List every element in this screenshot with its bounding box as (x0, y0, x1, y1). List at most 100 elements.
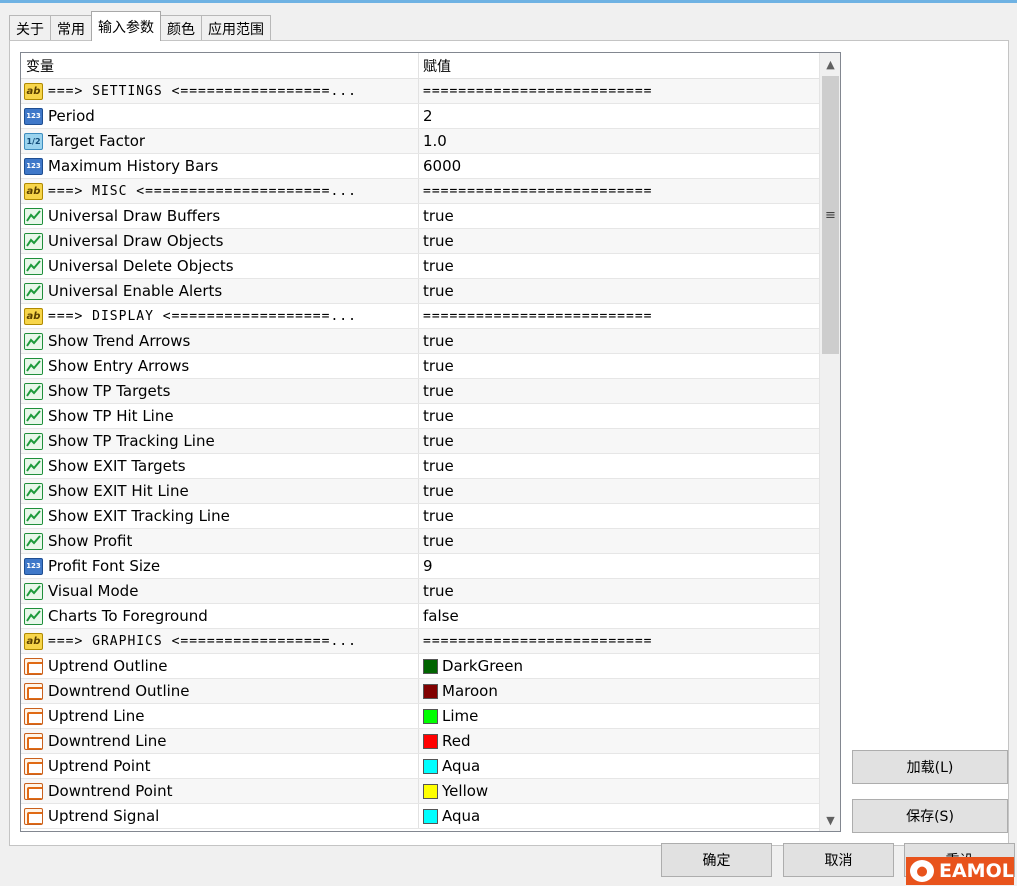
variable-name: Universal Delete Objects (48, 257, 234, 275)
variable-value: true (423, 507, 454, 525)
value-cell[interactable]: Lime (419, 704, 819, 728)
color-type-icon (24, 782, 43, 800)
column-header-variable[interactable]: 变量 (21, 53, 419, 79)
value-cell[interactable]: true (419, 579, 819, 603)
integer-type-icon: 123 (24, 107, 43, 125)
parameter-row[interactable]: Universal Delete Objects true (21, 254, 819, 279)
variable-value: ========================== (423, 633, 653, 649)
section-separator-row[interactable]: ab ===> MISC <=====================... ===… (21, 179, 819, 204)
value-cell[interactable]: ========================== (419, 629, 819, 653)
value-cell[interactable]: DarkGreen (419, 654, 819, 678)
vertical-scrollbar[interactable]: ▲ ≡ ▼ (819, 53, 840, 831)
variable-name: Downtrend Outline (48, 682, 190, 700)
value-cell[interactable]: Maroon (419, 679, 819, 703)
bool-type-icon (24, 407, 43, 425)
parameter-row[interactable]: Show EXIT Tracking Line true (21, 504, 819, 529)
color-swatch (423, 658, 438, 674)
load-button[interactable]: 加载(L) (852, 750, 1008, 784)
parameter-row[interactable]: Downtrend Outline Maroon (21, 679, 819, 704)
value-cell[interactable]: Aqua (419, 754, 819, 778)
value-cell[interactable]: 1.0 (419, 129, 819, 153)
value-cell[interactable]: Red (419, 729, 819, 753)
variable-value: true (423, 332, 454, 350)
value-cell[interactable]: true (419, 254, 819, 278)
parameter-row[interactable]: Downtrend Line Red (21, 729, 819, 754)
value-cell[interactable]: true (419, 229, 819, 253)
parameter-row[interactable]: Universal Enable Alerts true (21, 279, 819, 304)
variable-cell: ab ===> DISPLAY <==================... (21, 304, 419, 328)
variable-value: true (423, 482, 454, 500)
value-cell[interactable]: 9 (419, 554, 819, 578)
column-header-value[interactable]: 赋值 (419, 53, 819, 79)
parameter-row[interactable]: Universal Draw Objects true (21, 229, 819, 254)
variable-value: true (423, 382, 454, 400)
parameter-row[interactable]: Uptrend Point Aqua (21, 754, 819, 779)
parameter-row[interactable]: 123 Period 2 (21, 104, 819, 129)
grid-rows: ab ===> SETTINGS <=================... ===… (21, 79, 819, 829)
value-cell[interactable]: true (419, 204, 819, 228)
value-cell[interactable]: ========================== (419, 79, 819, 103)
variable-cell: 123 Maximum History Bars (21, 154, 419, 178)
bool-type-icon (24, 332, 43, 350)
parameter-row[interactable]: Uptrend Outline DarkGreen (21, 654, 819, 679)
section-separator-row[interactable]: ab ===> SETTINGS <=================... ===… (21, 79, 819, 104)
parameter-row[interactable]: Show EXIT Targets true (21, 454, 819, 479)
parameter-row[interactable]: Uptrend Signal Aqua (21, 804, 819, 829)
value-cell[interactable]: true (419, 429, 819, 453)
parameter-row[interactable]: 1/2 Target Factor 1.0 (21, 129, 819, 154)
value-cell[interactable]: 6000 (419, 154, 819, 178)
tab-common[interactable]: 常用 (50, 15, 92, 41)
value-cell[interactable]: true (419, 504, 819, 528)
value-cell[interactable]: true (419, 329, 819, 353)
variable-value: true (423, 207, 454, 225)
variable-cell: Show TP Targets (21, 379, 419, 403)
string-type-icon: ab (24, 82, 43, 100)
parameter-row[interactable]: Visual Mode true (21, 579, 819, 604)
save-button[interactable]: 保存(S) (852, 799, 1008, 833)
scroll-thumb[interactable]: ≡ (822, 76, 839, 354)
value-cell[interactable]: Aqua (419, 804, 819, 828)
tab-colors[interactable]: 颜色 (160, 15, 202, 41)
value-cell[interactable]: true (419, 279, 819, 303)
tab-inputs[interactable]: 输入参数 (91, 11, 161, 41)
parameter-row[interactable]: 123 Profit Font Size 9 (21, 554, 819, 579)
parameter-row[interactable]: Charts To Foreground false (21, 604, 819, 629)
variable-cell: Universal Draw Objects (21, 229, 419, 253)
value-cell[interactable]: true (419, 354, 819, 378)
value-cell[interactable]: false (419, 604, 819, 628)
value-cell[interactable]: true (419, 379, 819, 403)
ok-button[interactable]: 确定 (661, 843, 772, 877)
section-separator-row[interactable]: ab ===> DISPLAY <==================... ===… (21, 304, 819, 329)
parameter-row[interactable]: Show TP Targets true (21, 379, 819, 404)
bool-type-icon (24, 382, 43, 400)
parameter-row[interactable]: Show Trend Arrows true (21, 329, 819, 354)
parameter-row[interactable]: Show EXIT Hit Line true (21, 479, 819, 504)
value-cell[interactable]: true (419, 454, 819, 478)
parameter-row[interactable]: Downtrend Point Yellow (21, 779, 819, 804)
parameter-row[interactable]: Show Profit true (21, 529, 819, 554)
parameter-row[interactable]: Uptrend Line Lime (21, 704, 819, 729)
tab-scope[interactable]: 应用范围 (201, 15, 271, 41)
cancel-button[interactable]: 取消 (783, 843, 894, 877)
value-cell[interactable]: ========================== (419, 179, 819, 203)
variable-cell: Downtrend Outline (21, 679, 419, 703)
parameter-row[interactable]: Universal Draw Buffers true (21, 204, 819, 229)
parameter-row[interactable]: Show TP Hit Line true (21, 404, 819, 429)
value-cell[interactable]: true (419, 529, 819, 553)
value-cell[interactable]: ========================== (419, 304, 819, 328)
variable-value: DarkGreen (442, 657, 524, 675)
scroll-down-icon[interactable]: ▼ (821, 810, 840, 830)
value-cell[interactable]: true (419, 479, 819, 503)
value-cell[interactable]: 2 (419, 104, 819, 128)
variable-value: Aqua (442, 757, 481, 775)
parameter-row[interactable]: Show Entry Arrows true (21, 354, 819, 379)
value-cell[interactable]: Yellow (419, 779, 819, 803)
section-separator-row[interactable]: ab ===> GRAPHICS <=================... ===… (21, 629, 819, 654)
variable-name: ===> MISC <=====================... (48, 183, 357, 199)
parameter-row[interactable]: Show TP Tracking Line true (21, 429, 819, 454)
parameter-row[interactable]: 123 Maximum History Bars 6000 (21, 154, 819, 179)
scroll-up-icon[interactable]: ▲ (821, 54, 840, 74)
variable-value: 9 (423, 557, 433, 575)
value-cell[interactable]: true (419, 404, 819, 428)
tab-about[interactable]: 关于 (9, 15, 51, 41)
